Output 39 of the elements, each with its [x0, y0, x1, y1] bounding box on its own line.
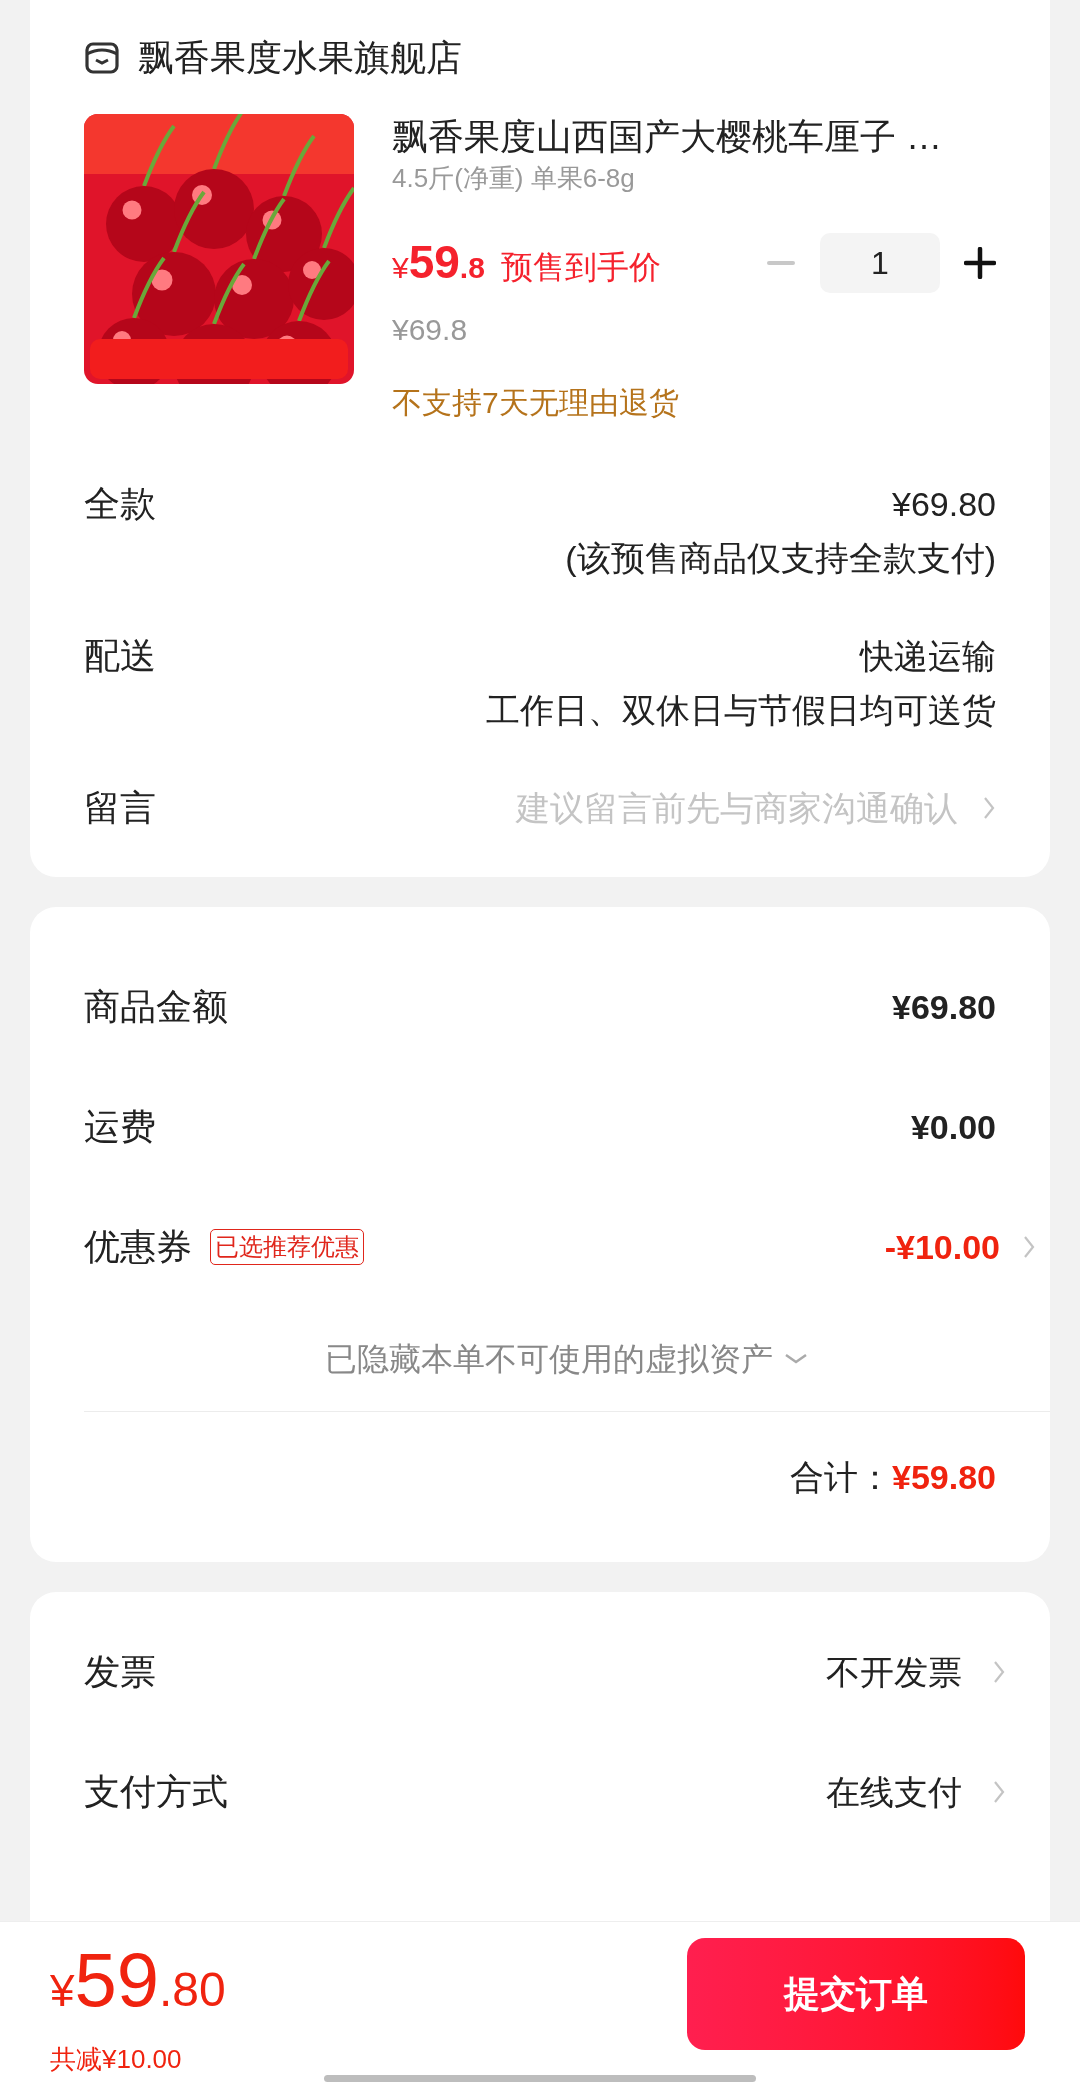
product-title: 飘香果度山西国产大樱桃车厘子 …: [392, 115, 943, 159]
chevron-right-icon: [982, 795, 996, 821]
hidden-assets-toggle[interactable]: 已隐藏本单不可使用的虚拟资产: [325, 1335, 809, 1383]
coupon-selector[interactable]: -¥10.00: [884, 1221, 1036, 1273]
total-value: ¥59.80: [892, 1456, 996, 1498]
row-label: 支付方式: [84, 1770, 228, 1814]
original-price: ¥69.8: [392, 312, 469, 348]
plus-icon[interactable]: [964, 246, 996, 279]
row-value: ¥0.00: [910, 1106, 996, 1148]
submit-order-button[interactable]: 提交订单: [687, 1938, 1025, 2050]
row-label: 商品金额: [84, 985, 228, 1029]
row-note: 工作日、双休日与节假日均可送货: [486, 690, 996, 731]
row-label: 配送: [84, 634, 156, 678]
discount-total: 共减¥10.00: [50, 2043, 183, 2075]
return-notice: 不支持7天无理由退货: [392, 385, 680, 421]
row-value: ¥69.80: [892, 484, 996, 525]
option-selector[interactable]: 在线支付: [826, 1766, 1006, 1818]
chevron-right-icon: [1022, 1234, 1036, 1260]
row-label: 留言: [84, 786, 156, 830]
chevron-down-icon: [783, 1352, 809, 1366]
chevron-right-icon: [992, 1779, 1006, 1805]
option-selector[interactable]: 不开发票: [826, 1646, 1006, 1698]
sale-price: ¥59.8: [392, 235, 485, 290]
price-label: 预售到手价: [500, 248, 661, 287]
shop-icon: [84, 40, 120, 76]
payable-price: ¥59.80: [50, 1938, 226, 2024]
chevron-right-icon: [992, 1659, 1006, 1685]
row-value: 快递运输: [860, 636, 996, 677]
row-label: 全款: [84, 482, 156, 526]
product-spec: 4.5斤(净重) 单果6-8g: [392, 162, 636, 195]
row-label: 运费: [84, 1105, 156, 1149]
total-label: 合计：: [790, 1456, 892, 1498]
quantity-field[interactable]: 1: [820, 232, 940, 293]
row-value: ¥69.80: [892, 986, 996, 1028]
row-note: (该预售商品仅支持全款支付): [565, 538, 996, 579]
shop-name: 飘香果度水果旗舰店: [138, 36, 462, 80]
coupon-tag: 已选推荐优惠: [210, 1229, 364, 1265]
row-label: 优惠券: [84, 1225, 192, 1269]
row-label: 发票: [84, 1650, 156, 1694]
